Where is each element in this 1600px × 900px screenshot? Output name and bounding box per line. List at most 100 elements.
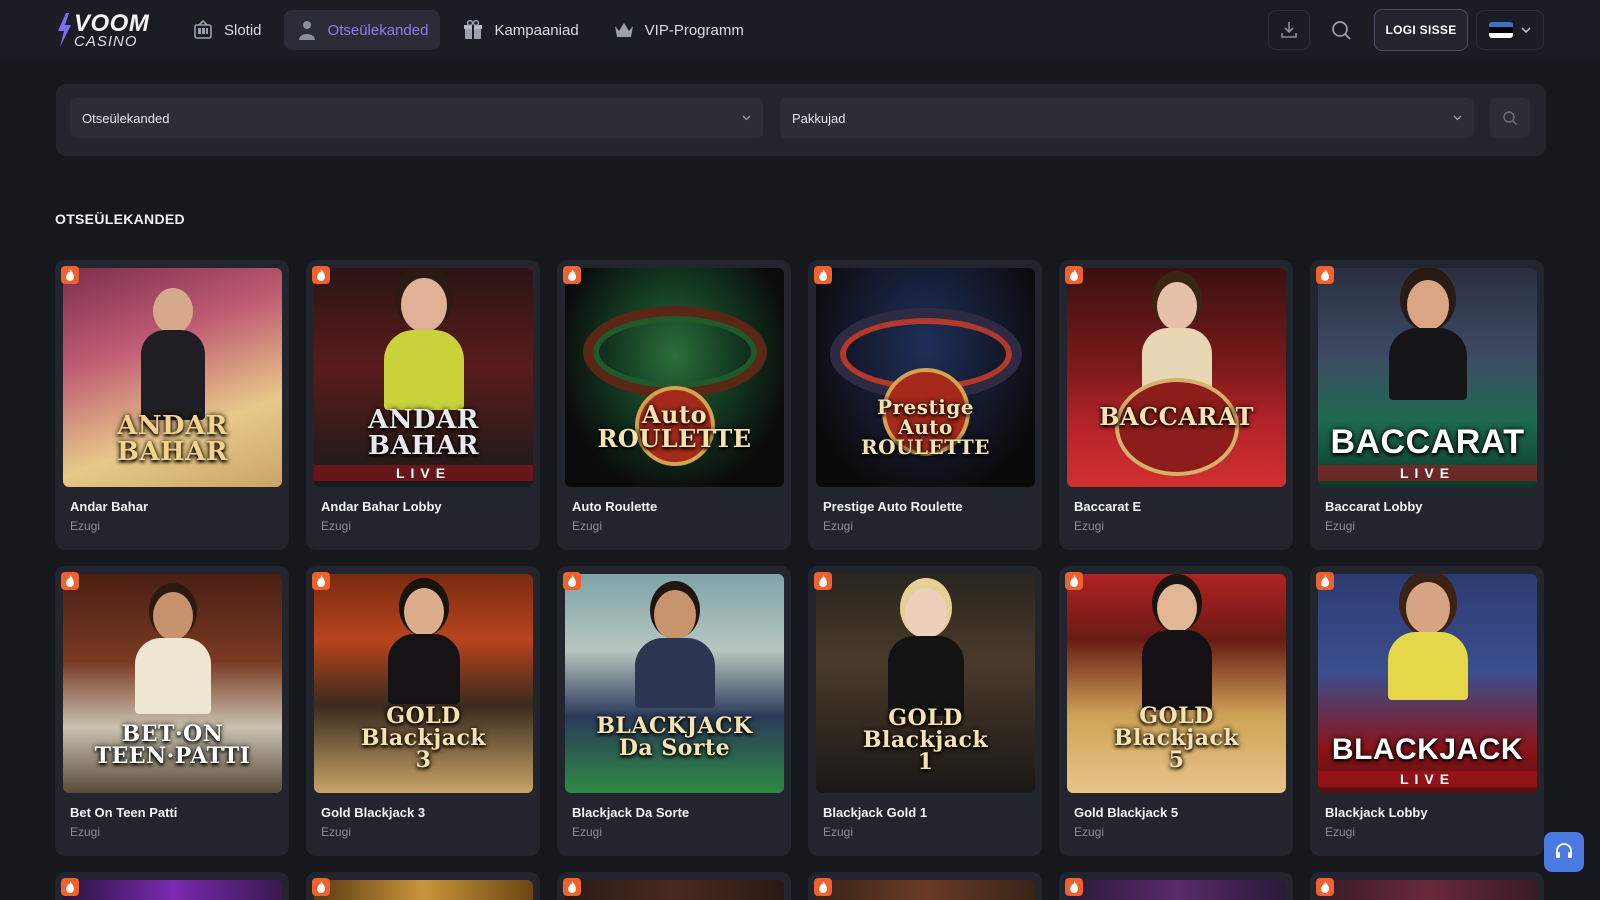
game-card-partial[interactable]	[808, 872, 1042, 900]
game-card-partial[interactable]	[1310, 872, 1544, 900]
game-name: Baccarat E	[1074, 499, 1142, 514]
dealer-figure	[1388, 280, 1467, 400]
main-nav: Slotid Otseülekanded Kampaaniad VIP-Prog…	[180, 10, 756, 50]
thumbnail-title: ANDAR BAHAR	[368, 405, 479, 461]
login-button[interactable]: LOGI SISSE	[1374, 9, 1468, 51]
game-provider: Ezugi	[321, 519, 352, 533]
provider-select[interactable]: Pakkujad	[780, 98, 1474, 138]
game-thumbnail	[816, 880, 1035, 900]
thumbnail-title: BACCARAT	[1330, 423, 1525, 461]
game-card[interactable]: ANDAR BAHAR Andar Bahar Ezugi	[55, 260, 289, 550]
filter-bar: Otseülekanded Pakkujad	[56, 84, 1546, 156]
game-card-partial[interactable]	[557, 872, 791, 900]
game-name: Blackjack Da Sorte	[572, 805, 690, 820]
game-thumbnail: ANDAR BAHAR LIVE	[314, 268, 533, 487]
game-name: Gold Blackjack 5	[1074, 805, 1179, 820]
flame-icon	[312, 878, 330, 896]
game-thumbnail	[314, 880, 533, 900]
live-label: LIVE	[1318, 465, 1537, 481]
game-card[interactable]: GOLD Blackjack 5 Gold Blackjack 5 Ezugi	[1059, 566, 1293, 856]
flame-icon	[814, 266, 832, 284]
chevron-down-icon	[1521, 27, 1531, 33]
game-thumbnail: BACCARAT	[1067, 268, 1286, 487]
game-card[interactable]: BACCARAT Baccarat E Ezugi	[1059, 260, 1293, 550]
game-card[interactable]: BLACKJACK Da Sorte Blackjack Da Sorte Ez…	[557, 566, 791, 856]
logo-secondary-text: CASINO	[74, 32, 138, 50]
game-provider: Ezugi	[70, 519, 101, 533]
flame-icon	[563, 266, 581, 284]
game-card[interactable]: BACCARAT LIVE Baccarat Lobby Ezugi	[1310, 260, 1544, 550]
flame-icon	[1065, 572, 1083, 590]
category-select[interactable]: Otseülekanded	[70, 98, 763, 138]
dealer-figure	[1141, 584, 1212, 714]
game-card[interactable]: GOLD Blackjack 3 Gold Blackjack 3 Ezugi	[306, 566, 540, 856]
category-select-value: Otseülekanded	[82, 110, 170, 126]
game-card[interactable]: ANDAR BAHAR LIVE Andar Bahar Lobby Ezugi	[306, 260, 540, 550]
game-provider: Ezugi	[572, 519, 603, 533]
filter-search-button[interactable]	[1490, 98, 1530, 138]
game-card-partial[interactable]	[306, 872, 540, 900]
game-name: Bet On Teen Patti	[70, 805, 178, 820]
nav-item-live-casino[interactable]: Otseülekanded	[283, 10, 441, 50]
language-selector[interactable]	[1476, 10, 1544, 50]
game-provider: Ezugi	[1074, 825, 1105, 839]
flame-icon	[312, 572, 330, 590]
game-thumbnail	[1318, 880, 1537, 900]
slot-machine-icon	[194, 19, 212, 39]
game-card[interactable]: GOLD Blackjack 1 Blackjack Gold 1 Ezugi	[808, 566, 1042, 856]
flame-icon	[814, 572, 832, 590]
flame-icon	[1316, 878, 1334, 896]
game-card[interactable]: Auto ROULETTE Auto Roulette Ezugi	[557, 260, 791, 550]
game-card-partial[interactable]	[55, 872, 289, 900]
flame-icon	[1316, 266, 1334, 284]
flame-icon	[61, 878, 79, 896]
game-provider: Ezugi	[1325, 519, 1356, 533]
gift-icon	[464, 19, 483, 39]
game-thumbnail: Prestige Auto ROULETTE	[816, 268, 1035, 487]
nav-item-vip[interactable]: VIP-Programm	[601, 10, 756, 50]
search-icon	[1503, 111, 1517, 125]
game-card-partial[interactable]	[1059, 872, 1293, 900]
game-provider: Ezugi	[321, 825, 352, 839]
flame-icon	[61, 266, 79, 284]
search-button[interactable]	[1320, 10, 1362, 50]
flame-icon	[312, 266, 330, 284]
voom-casino-logo[interactable]: VOOM CASINO	[56, 11, 156, 50]
game-card[interactable]: Prestige Auto ROULETTE Prestige Auto Rou…	[808, 260, 1042, 550]
flame-icon	[61, 572, 79, 590]
dealer-figure	[134, 592, 211, 714]
game-name: Prestige Auto Roulette	[823, 499, 963, 514]
download-icon	[1281, 22, 1297, 38]
download-button[interactable]	[1268, 10, 1310, 50]
game-thumbnail: BLACKJACK LIVE	[1318, 574, 1537, 793]
flame-icon	[1065, 266, 1083, 284]
dealer-figure	[1387, 582, 1468, 702]
thumbnail-title: BLACKJACK	[1331, 733, 1524, 766]
game-card[interactable]: BET·ON TEEN·PATTI Bet On Teen Patti Ezug…	[55, 566, 289, 856]
game-provider: Ezugi	[823, 825, 854, 839]
game-thumbnail	[565, 880, 784, 900]
search-icon	[1332, 21, 1351, 40]
game-provider: Ezugi	[823, 519, 854, 533]
game-thumbnail	[1067, 880, 1286, 900]
game-provider: Ezugi	[1074, 519, 1105, 533]
game-name: Blackjack Lobby	[1325, 805, 1428, 820]
game-card[interactable]: BLACKJACK LIVE Blackjack Lobby Ezugi	[1310, 566, 1544, 856]
live-dealer-icon	[298, 21, 315, 40]
chevron-down-icon	[1453, 115, 1462, 121]
game-thumbnail: GOLD Blackjack 5	[1067, 574, 1286, 793]
nav-item-promotions[interactable]: Kampaaniad	[450, 10, 590, 50]
support-chat-button[interactable]	[1544, 832, 1584, 872]
nav-item-label: Kampaaniad	[494, 21, 579, 39]
dealer-figure	[140, 288, 205, 420]
lightning-bolt-icon	[58, 13, 71, 47]
thumbnail-title: GOLD Blackjack 5	[1113, 703, 1240, 773]
game-thumbnail: GOLD Blackjack 3	[314, 574, 533, 793]
game-name: Gold Blackjack 3	[321, 805, 426, 820]
live-label: LIVE	[1318, 771, 1537, 787]
nav-item-slots[interactable]: Slotid	[180, 10, 274, 50]
headset-icon	[1556, 843, 1572, 858]
game-thumbnail: ANDAR BAHAR	[63, 268, 282, 487]
provider-select-value: Pakkujad	[792, 110, 846, 126]
roulette-wheel	[583, 306, 767, 398]
